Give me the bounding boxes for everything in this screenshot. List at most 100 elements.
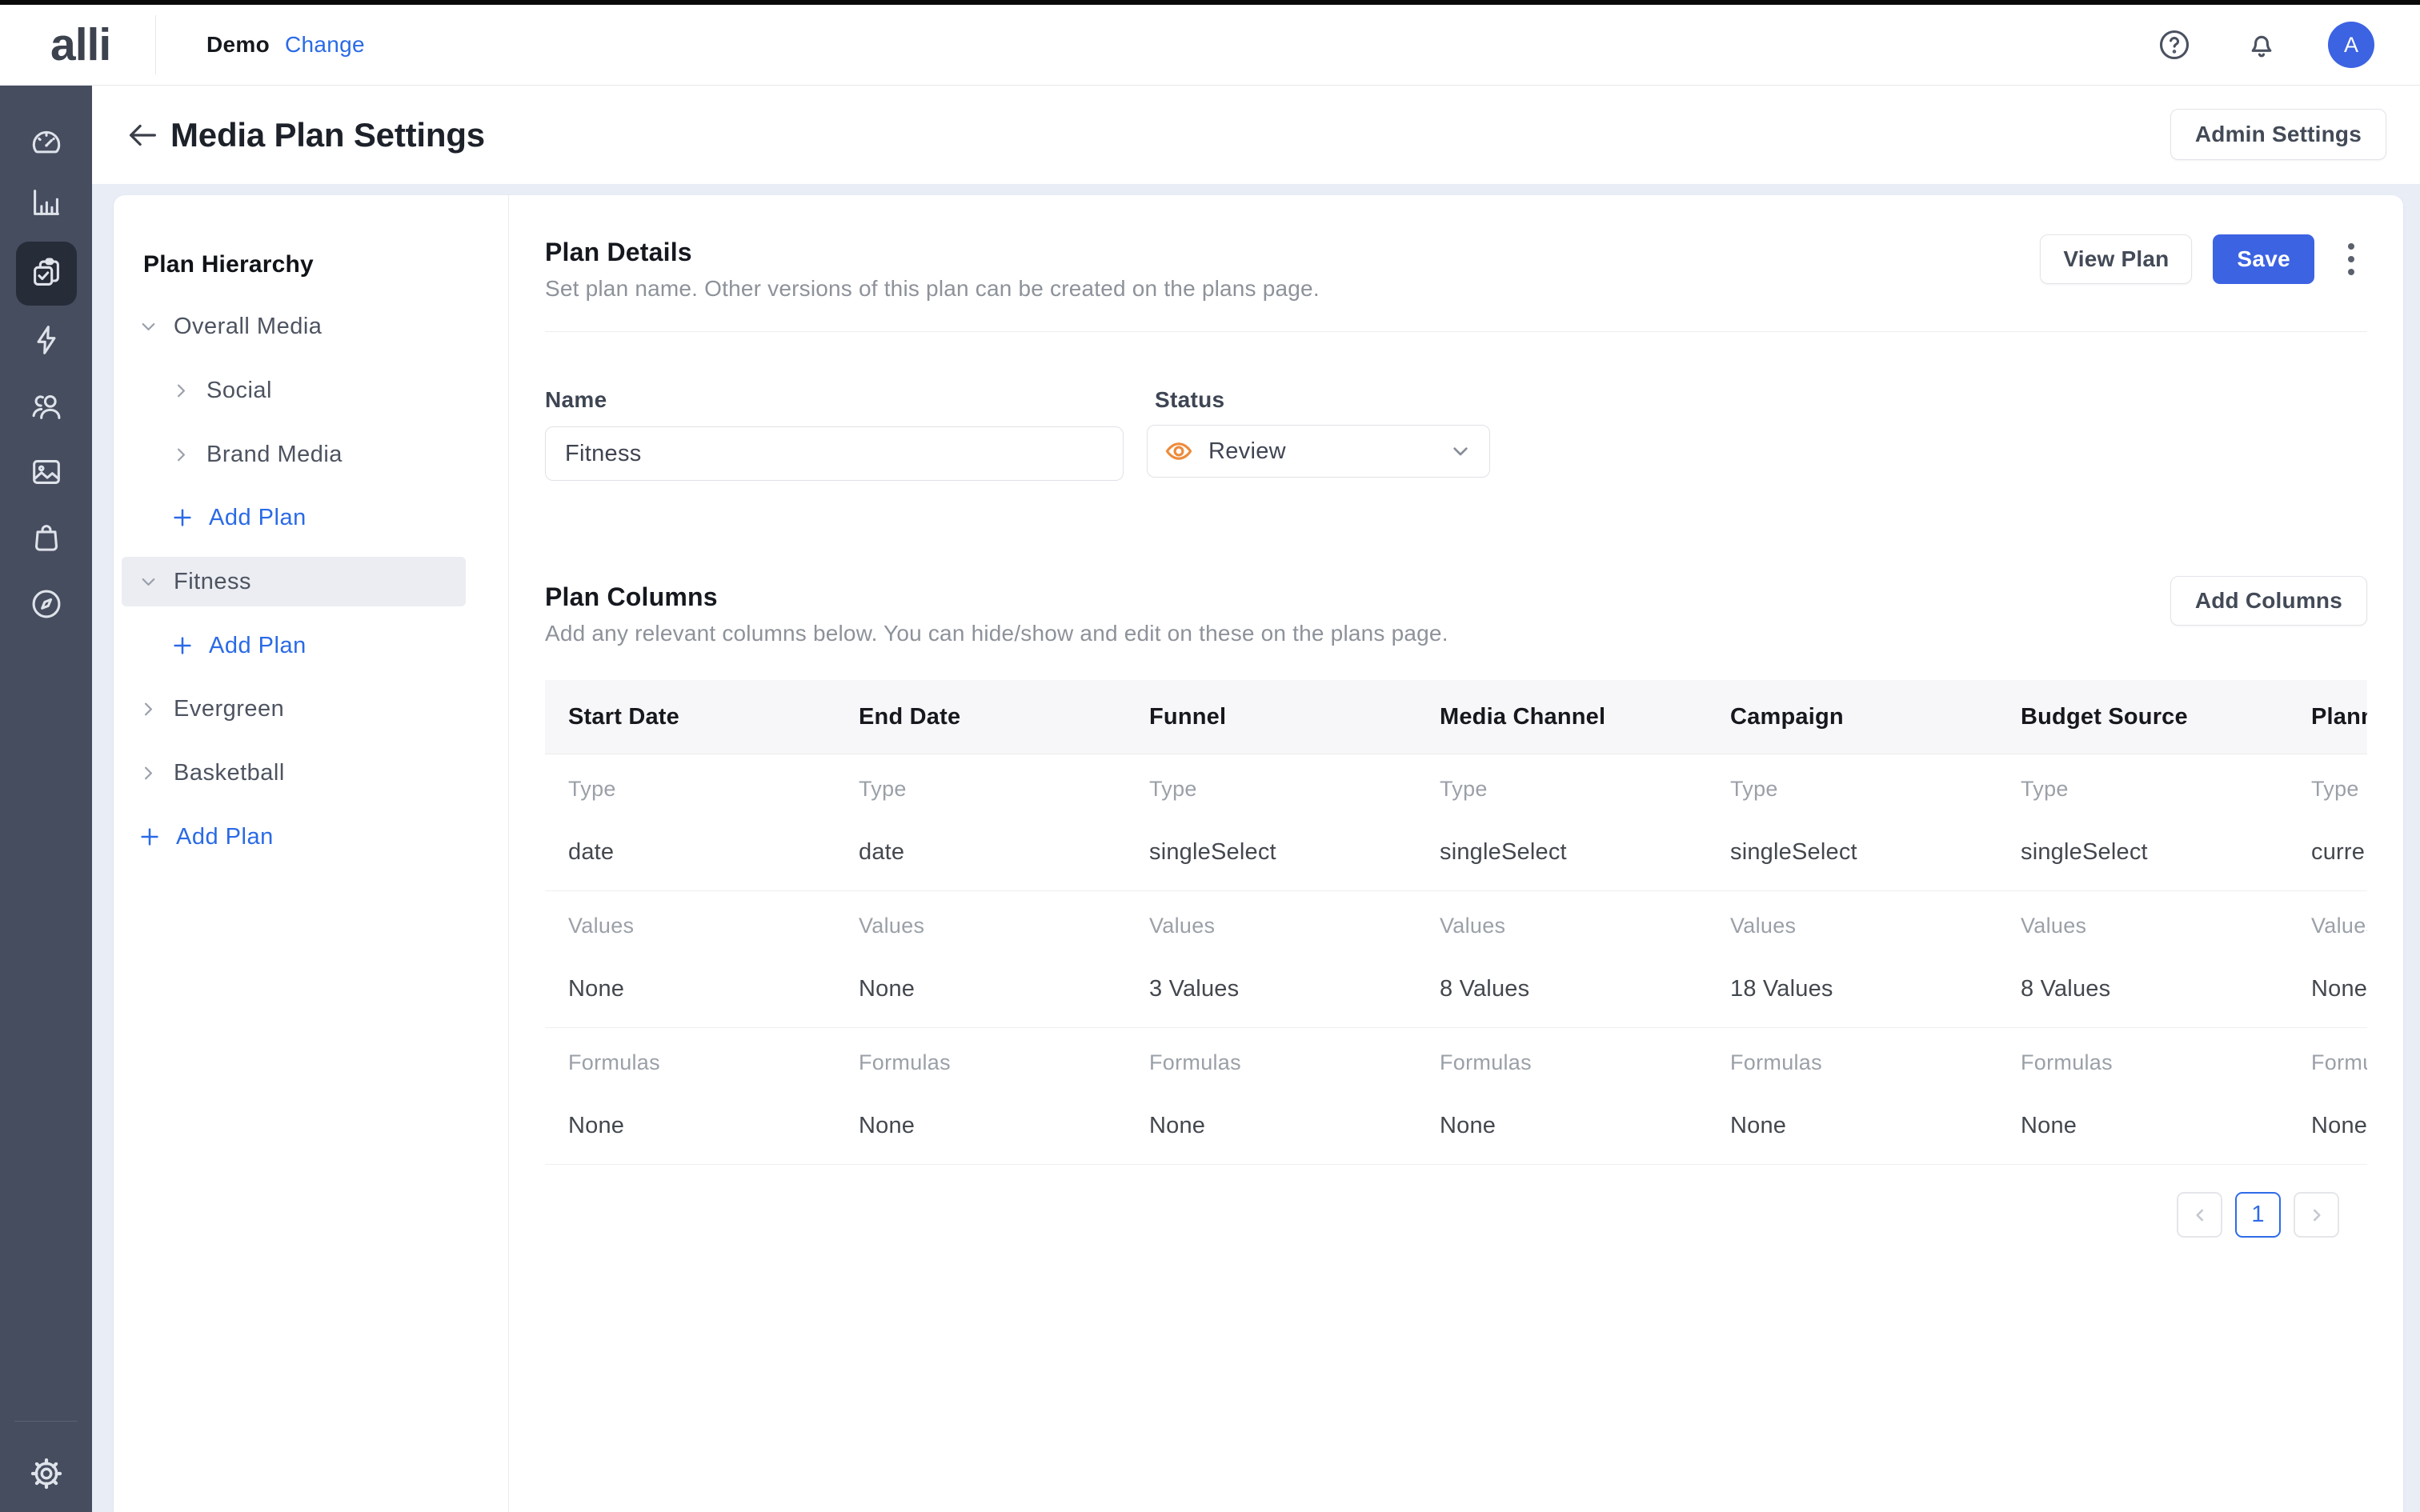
section-divider (545, 331, 2367, 332)
tree-item-fitness[interactable]: Fitness (122, 557, 466, 606)
sidebar-item-media-plans[interactable] (28, 255, 65, 292)
tree-item-basketball[interactable]: Basketball (114, 748, 508, 798)
add-plan-label: Add Plan (209, 633, 307, 659)
tree-item-brand-media[interactable]: Brand Media (114, 430, 508, 479)
tree-item-label: Evergreen (174, 696, 284, 722)
change-workspace-link[interactable]: Change (285, 32, 365, 58)
table-cell: FormulasNone (835, 1028, 1126, 1164)
shopping-bag-icon (28, 519, 65, 556)
clipboard-check-icon (28, 255, 65, 292)
sidebar-item-settings[interactable] (28, 1455, 65, 1492)
add-plan-button-fitness[interactable]: Add Plan (114, 621, 508, 670)
plus-icon (138, 825, 162, 849)
add-plan-label: Add Plan (209, 505, 307, 531)
table-cell: Typecurre (2288, 754, 2367, 890)
chevron-right-icon (170, 444, 192, 466)
tree-item-label: Fitness (174, 569, 251, 595)
plan-columns-table: Start Date End Date Funnel Media Channel… (545, 680, 2367, 1165)
status-label: Status (1155, 387, 1224, 413)
admin-settings-button[interactable]: Admin Settings (2170, 109, 2386, 160)
chevron-right-icon (2306, 1205, 2327, 1226)
help-icon[interactable] (2157, 27, 2192, 62)
topbar-divider (155, 15, 156, 74)
table-cell: FormulasNone (1416, 1028, 1707, 1164)
page-title: Media Plan Settings (170, 116, 485, 154)
table-cell: FormulasNone (545, 1028, 835, 1164)
pagination-prev-button[interactable] (2177, 1192, 2222, 1238)
name-label: Name (545, 387, 607, 413)
image-icon (28, 454, 65, 490)
tree-item-overall-media[interactable]: Overall Media (114, 302, 508, 351)
tree-item-label: Brand Media (206, 442, 343, 468)
chevron-right-icon (170, 380, 192, 402)
table-cell: FormulasNone (1707, 1028, 1997, 1164)
table-cell: Values3 Values (1126, 891, 1416, 1027)
table-row-formulas: FormulasNone FormulasNone FormulasNone F… (545, 1028, 2367, 1165)
sidebar-item-discover[interactable] (28, 586, 65, 622)
add-plan-button-root[interactable]: Add Plan (114, 812, 508, 862)
plan-details-subtitle: Set plan name. Other versions of this pl… (545, 276, 1320, 302)
content-area: Plan Hierarchy Overall Media Social Bran… (92, 184, 2420, 1512)
plan-hierarchy-title: Plan Hierarchy (143, 251, 314, 278)
column-header: End Date (835, 680, 1126, 754)
workspace-name: Demo (206, 32, 270, 58)
status-select[interactable]: Review (1147, 425, 1490, 478)
chevron-down-icon (138, 571, 159, 593)
lightning-icon (28, 322, 65, 358)
plan-name-input[interactable] (545, 426, 1124, 481)
table-cell: ValuesNone (2288, 891, 2367, 1027)
column-header: Start Date (545, 680, 835, 754)
plan-hierarchy-panel: Plan Hierarchy Overall Media Social Bran… (114, 195, 509, 1512)
table-cell: FormulasNone (2288, 1028, 2367, 1164)
sidebar-item-audiences[interactable] (28, 387, 65, 424)
chevron-left-icon (2190, 1205, 2210, 1226)
tree-item-evergreen[interactable]: Evergreen (114, 684, 508, 734)
add-plan-button-overall-media[interactable]: Add Plan (114, 493, 508, 542)
status-value: Review (1208, 438, 1286, 465)
plus-icon (170, 506, 194, 530)
column-header: Campaign (1707, 680, 1997, 754)
tree-item-social[interactable]: Social (114, 366, 508, 415)
sidebar-item-creative[interactable] (28, 454, 65, 490)
table-cell: TypesingleSelect (1416, 754, 1707, 890)
chevron-down-icon (1448, 438, 1473, 464)
pagination: 1 (2177, 1192, 2339, 1238)
view-plan-button[interactable]: View Plan (2040, 234, 2192, 284)
pagination-next-button[interactable] (2294, 1192, 2339, 1238)
compass-icon (28, 586, 65, 622)
save-button[interactable]: Save (2213, 234, 2314, 284)
users-icon (28, 387, 65, 424)
sidebar-item-commerce[interactable] (28, 519, 65, 556)
table-row-values: ValuesNone ValuesNone Values3 Values Val… (545, 891, 2367, 1028)
bell-icon[interactable] (2244, 27, 2279, 62)
sidebar (0, 86, 92, 1512)
sidebar-item-dashboard[interactable] (28, 124, 65, 161)
sidebar-item-activation[interactable] (28, 322, 65, 358)
tree-item-label: Social (206, 378, 272, 404)
avatar[interactable]: A (2328, 22, 2374, 68)
back-arrow-icon[interactable] (124, 117, 161, 154)
table-cell: ValuesNone (545, 891, 835, 1027)
page-header: Media Plan Settings Admin Settings (92, 86, 2420, 184)
sidebar-item-analytics[interactable] (28, 184, 65, 221)
sidebar-divider (14, 1421, 78, 1422)
chevron-down-icon (138, 316, 159, 338)
chevron-right-icon (138, 762, 159, 784)
plus-icon (170, 634, 194, 658)
alli-logo[interactable]: alli (50, 18, 110, 71)
topbar: alli Demo Change A (0, 5, 2420, 86)
column-header: Funnel (1126, 680, 1416, 754)
add-plan-label: Add Plan (176, 824, 274, 850)
eye-icon (1164, 436, 1194, 466)
column-header: Media Channel (1416, 680, 1707, 754)
tree-item-label: Overall Media (174, 314, 322, 340)
kebab-menu-icon[interactable] (2335, 234, 2367, 284)
table-header-row: Start Date End Date Funnel Media Channel… (545, 680, 2367, 754)
gauge-icon (28, 124, 65, 161)
table-cell: FormulasNone (1997, 1028, 2288, 1164)
plan-details-actions: View Plan Save (2040, 234, 2367, 284)
table-row-type: Typedate Typedate TypesingleSelect Types… (545, 754, 2367, 891)
table-cell: FormulasNone (1126, 1028, 1416, 1164)
add-columns-button[interactable]: Add Columns (2170, 576, 2367, 626)
pagination-page-1-button[interactable]: 1 (2235, 1192, 2281, 1238)
